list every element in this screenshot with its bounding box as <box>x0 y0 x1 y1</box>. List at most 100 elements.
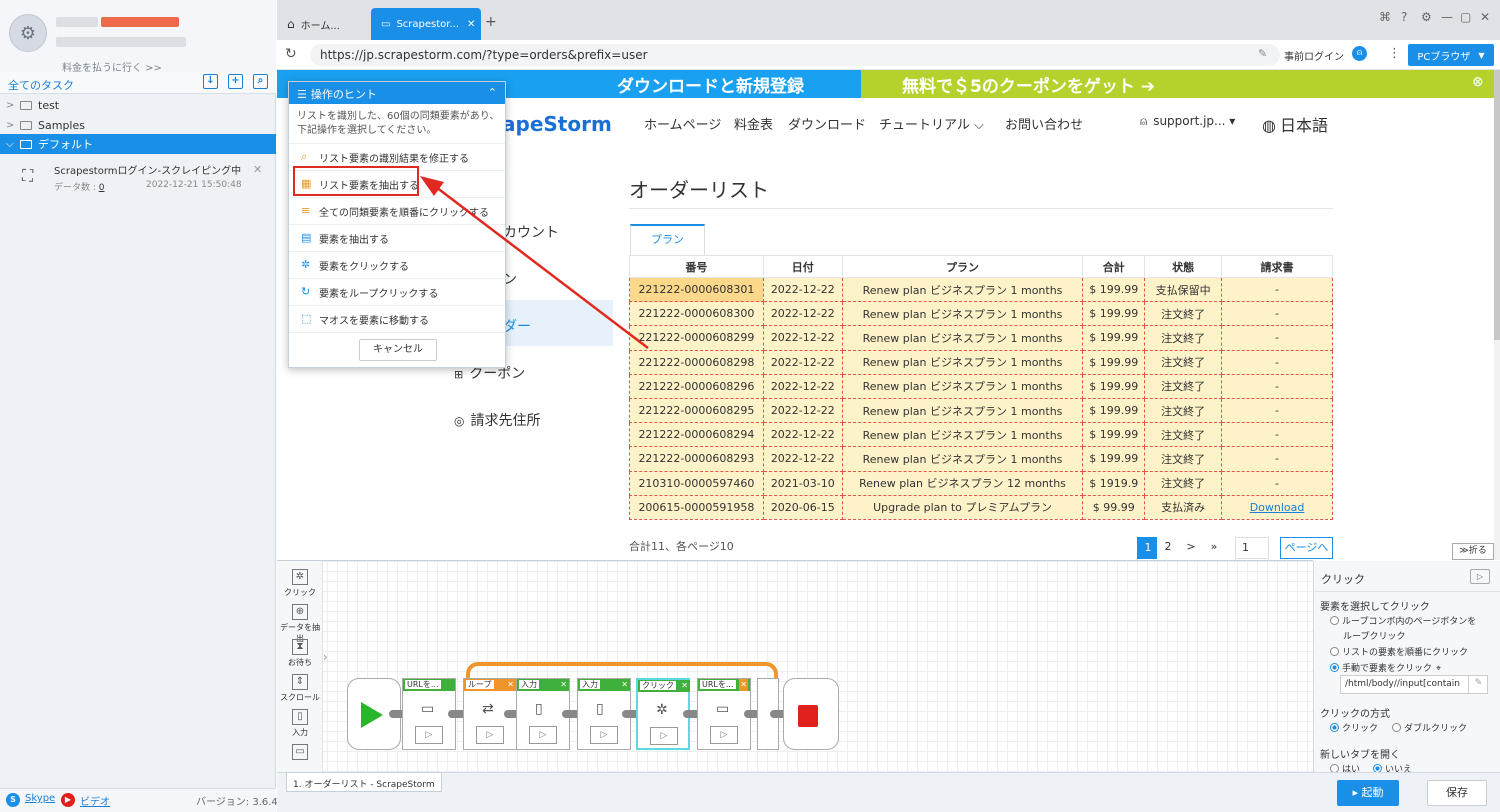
window-close-icon[interactable]: ✕ <box>1480 10 1490 24</box>
reload-icon[interactable]: ↻ <box>285 46 297 62</box>
option-single-click[interactable]: クリック <box>1330 721 1378 734</box>
last-page-button[interactable]: » <box>1203 537 1225 559</box>
radio[interactable] <box>1392 723 1401 732</box>
table-cell[interactable]: Download <box>1221 494 1333 520</box>
edit-icon[interactable]: ✎ <box>1468 675 1488 694</box>
palette-label: スクロール <box>280 693 320 702</box>
tree-folder-samples[interactable]: > Samples <box>0 115 276 135</box>
pc-browser-button[interactable]: PCブラウザ ▼ <box>1408 44 1494 66</box>
edit-icon[interactable]: ✎ <box>1258 47 1267 60</box>
option-loop-page[interactable]: ループコンボ内のページボタンを <box>1330 614 1476 627</box>
workflow-tab-label[interactable]: 1. オーダーリスト - ScrapeStorm <box>286 772 442 792</box>
table-row[interactable]: 200615-0000591958 2020-06-15 Upgrade plan … <box>629 494 1333 520</box>
xpath-input[interactable]: /html/body//input[contain <box>1340 675 1488 694</box>
banner-close-icon[interactable]: ⊗ <box>1472 74 1484 90</box>
node-play-button[interactable]: ▷ <box>650 727 678 745</box>
prelogin-button[interactable]: 事前ログイン <box>1284 48 1344 63</box>
skype-link[interactable]: Skype <box>25 793 55 804</box>
language-selector[interactable]: ◍ 日本語 <box>1262 112 1328 136</box>
help-icon[interactable]: ? <box>1401 10 1407 24</box>
play-icon[interactable]: ▷ <box>1470 569 1490 584</box>
count-value[interactable]: 0 <box>99 183 105 193</box>
palette-scroll[interactable]: ⇕ スクロール <box>277 674 323 703</box>
table-row[interactable]: 221222-0000608301 2022-12-22 Renew plan ビジ… <box>629 276 1333 303</box>
tree-folder-test[interactable]: > test <box>0 95 276 115</box>
node-open-url-2[interactable]: URLを... ✕ ▭ ▷ <box>697 678 751 750</box>
close-icon[interactable]: ✕ <box>560 679 567 691</box>
start-button[interactable]: ▸ 起動 <box>1337 780 1399 806</box>
new-task-icon[interactable]: + <box>228 74 243 89</box>
node-play-button[interactable]: ▷ <box>529 726 557 744</box>
node-click[interactable]: クリック ✕ ✲ ▷ <box>636 678 690 750</box>
radio[interactable] <box>1330 647 1339 656</box>
person-icon[interactable]: ⍝ <box>1352 46 1367 61</box>
option-double-click[interactable]: ダブルクリック <box>1392 721 1467 734</box>
radio-selected[interactable] <box>1330 723 1339 732</box>
table-row[interactable]: 221222-0000608296 2022-12-22 Renew plan ビジ… <box>629 373 1333 399</box>
all-tasks-label[interactable]: 全てのタスク <box>8 77 74 93</box>
gift-icon[interactable]: ⌘ <box>1379 10 1391 24</box>
table-row[interactable]: 221222-0000608298 2022-12-22 Renew plan ビジ… <box>629 349 1333 375</box>
close-icon[interactable]: ✕ <box>681 680 688 692</box>
maximize-icon[interactable]: ▢ <box>1460 10 1471 24</box>
option-click-list[interactable]: リストの要素を順番にクリック <box>1330 645 1468 658</box>
tab-home[interactable]: ⌂ ホーム... <box>277 8 371 40</box>
palette-input[interactable]: ▯ 入力 <box>277 709 323 738</box>
node-play-button[interactable]: ▷ <box>590 726 618 744</box>
side-nav-billing-address[interactable]: ◎ 請求先住所 <box>454 410 540 430</box>
page-1-button[interactable]: 1 <box>1137 537 1159 559</box>
table-row[interactable]: 221222-0000608299 2022-12-22 Renew plan ビジ… <box>629 325 1333 351</box>
settings-icon[interactable]: ⚙ <box>1421 10 1432 24</box>
table-row[interactable]: 210310-0000597460 2021-03-10 Renew plan ビジ… <box>629 470 1333 496</box>
palette-wait[interactable]: ⧗ お待ち <box>277 639 323 668</box>
goto-page-button[interactable]: ページへ <box>1280 537 1333 559</box>
close-icon[interactable]: ✕ <box>253 163 262 176</box>
save-button[interactable]: 保存 <box>1427 780 1487 806</box>
node-play-button[interactable]: ▷ <box>710 726 738 744</box>
radio[interactable] <box>1330 616 1339 625</box>
close-icon[interactable]: ✕ <box>739 679 748 691</box>
crosshair-icon[interactable]: ⌖ <box>1436 664 1441 674</box>
close-icon[interactable]: ✕ <box>467 19 475 30</box>
nav-pricing[interactable]: 料金表 <box>734 114 773 133</box>
tab-scrapestorm[interactable]: ▭ Scrapestor... ✕ <box>371 8 481 40</box>
radio-selected[interactable] <box>1330 663 1339 672</box>
palette-extract[interactable]: ⊕ データを抽出 <box>277 604 323 644</box>
more-icon[interactable]: ⋮ <box>1388 46 1401 61</box>
site-logo[interactable]: apeStorm <box>502 112 612 136</box>
collapse-icon[interactable]: ⌃ <box>488 86 497 99</box>
minimize-icon[interactable]: — <box>1441 10 1453 24</box>
page-number-input[interactable]: 1 <box>1235 537 1269 559</box>
node-play-button[interactable]: ▷ <box>415 726 443 744</box>
nav-download[interactable]: ダウンロード <box>788 114 866 133</box>
import-task-icon[interactable]: ↓ <box>203 74 218 89</box>
fold-button[interactable]: ≫折る <box>1452 543 1494 560</box>
table-cell: $ 199.99 <box>1082 325 1146 351</box>
nav-contact[interactable]: お問い合わせ <box>1005 114 1083 133</box>
tree-folder-default[interactable]: ⌵ デフォルト <box>0 134 276 154</box>
search-task-icon[interactable]: ⌕ <box>253 74 268 89</box>
skype-icon[interactable]: S <box>6 793 20 807</box>
user-menu[interactable]: ⍝ support.jp... ▾ <box>1140 114 1235 129</box>
table-row[interactable]: 221222-0000608300 2022-12-22 Renew plan ビジ… <box>629 301 1333 327</box>
video-link[interactable]: ビデオ <box>80 793 110 808</box>
option-manual-click[interactable]: 手動で要素をクリック ⌖ <box>1330 661 1441 674</box>
avatar[interactable]: ⚙ <box>9 14 47 52</box>
url-input[interactable]: https://jp.scrapestorm.com/?type=orders&… <box>310 44 1280 66</box>
nav-tutorial[interactable]: チュートリアル ⌵ <box>879 114 984 133</box>
table-row[interactable]: 221222-0000608293 2022-12-22 Renew plan ビジ… <box>629 446 1333 472</box>
page-2-button[interactable]: 2 <box>1157 537 1179 559</box>
palette-more[interactable]: ▭ <box>277 744 323 762</box>
video-icon[interactable]: ▶ <box>61 793 75 807</box>
palette-click[interactable]: ✲ クリック <box>277 569 323 598</box>
table-row[interactable]: 221222-0000608295 2022-12-22 Renew plan ビジ… <box>629 397 1333 424</box>
scrollbar-thumb[interactable] <box>1494 70 1500 340</box>
palette-toggle-icon[interactable]: › <box>323 650 328 664</box>
table-row[interactable]: 221222-0000608294 2022-12-22 Renew plan ビジ… <box>629 422 1333 448</box>
nav-home[interactable]: ホームページ <box>644 114 721 133</box>
node-play-button[interactable]: ▷ <box>476 726 504 744</box>
close-icon[interactable]: ✕ <box>507 679 514 691</box>
next-page-button[interactable]: > <box>1180 537 1202 559</box>
close-icon[interactable]: ✕ <box>621 679 628 691</box>
new-tab-icon[interactable]: + <box>485 14 497 30</box>
